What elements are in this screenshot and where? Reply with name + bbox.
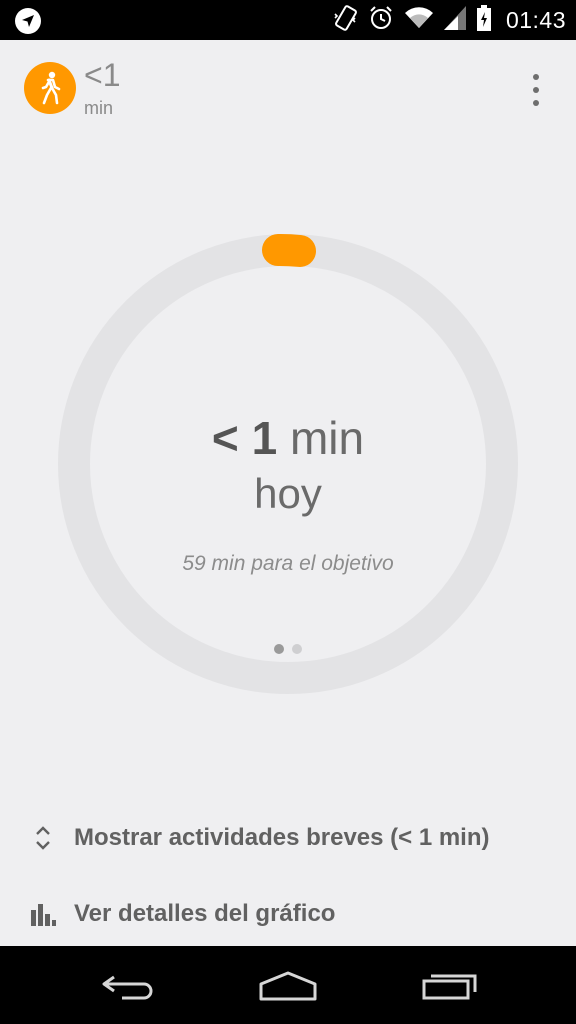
expand-collapse-icon	[28, 823, 58, 853]
back-icon[interactable]	[88, 964, 168, 1008]
navigation-bar	[0, 946, 576, 1024]
progress-ring[interactable]: < 1 min hoy 59 min para el objetivo	[58, 234, 518, 694]
page-indicator	[58, 644, 518, 654]
page-dot	[292, 644, 302, 654]
progress-ring-graphic	[58, 234, 518, 694]
show-short-activities-label: Mostrar actividades breves (< 1 min)	[74, 824, 490, 851]
ring-value-number: < 1	[211, 412, 278, 464]
ring-value-unit: min	[289, 412, 365, 464]
progress-ring-fill	[262, 234, 316, 267]
status-bar: 01:43	[0, 0, 576, 40]
header: <1 min	[0, 40, 576, 140]
navigation-icon	[14, 7, 42, 35]
recents-icon[interactable]	[410, 964, 490, 1008]
show-short-activities-option[interactable]: Mostrar actividades breves (< 1 min)	[0, 808, 576, 868]
walking-icon[interactable]	[24, 62, 76, 114]
view-chart-details-label: Ver detalles del gráfico	[74, 900, 336, 927]
vibrate-icon	[332, 4, 358, 37]
alarm-icon	[368, 5, 394, 36]
ring-value: < 1 min	[58, 412, 518, 464]
signal-icon	[443, 5, 466, 35]
wifi-icon	[404, 6, 434, 35]
battery-icon	[476, 4, 492, 36]
overflow-menu-icon[interactable]	[526, 74, 546, 106]
progress-ring-track	[58, 234, 518, 694]
header-activity-unit: min	[84, 98, 114, 118]
ring-goal-text: 59 min para el objetivo	[182, 552, 394, 575]
bar-chart-icon	[28, 899, 58, 929]
page-dot-active	[274, 644, 284, 654]
home-icon[interactable]	[248, 964, 328, 1008]
view-chart-details-option[interactable]: Ver detalles del gráfico	[0, 884, 576, 944]
clock-time: 01:43	[505, 6, 566, 33]
header-activity-value: <1	[84, 57, 121, 93]
ring-day-label: hoy	[254, 470, 322, 517]
